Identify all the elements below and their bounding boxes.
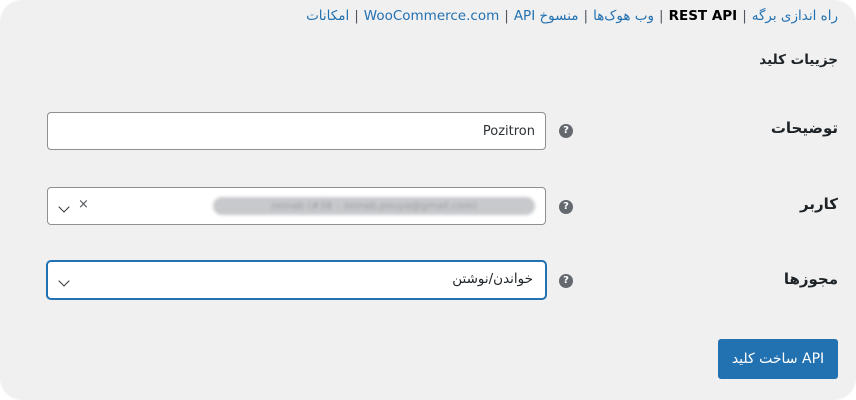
api-subnav: راه اندازی برگه | REST API | وب هوک‌ها |…: [306, 4, 838, 28]
subnav-item-features[interactable]: امکانات: [306, 8, 349, 24]
subnav-item-woocommerce-com[interactable]: WooCommerce.com: [364, 8, 499, 24]
subnav-separator: |: [742, 8, 747, 24]
subnav-item-page-setup[interactable]: راه اندازی برگه: [752, 8, 838, 24]
chevron-down-icon[interactable]: [58, 201, 70, 213]
generate-api-key-button[interactable]: ساخت کلید API: [718, 339, 838, 379]
user-select[interactable]: zeinab (#38 – zeinab.pouya@gmail.com) ×: [47, 187, 546, 225]
chevron-down-icon[interactable]: [58, 275, 70, 287]
description-field[interactable]: [47, 112, 546, 150]
clear-selection-icon[interactable]: ×: [78, 197, 89, 212]
settings-panel: راه اندازی برگه | REST API | وب هوک‌ها |…: [0, 0, 856, 400]
subnav-separator: |: [354, 8, 359, 24]
user-label: کاربر: [800, 195, 838, 213]
subnav-separator: |: [659, 8, 664, 24]
subnav-separator: |: [504, 8, 509, 24]
help-icon[interactable]: ?: [559, 124, 573, 138]
subnav-item-legacy-api[interactable]: API منسوخ: [514, 8, 579, 24]
subnav-item-rest-api[interactable]: REST API: [669, 8, 738, 24]
description-label: توضیحات: [770, 119, 838, 137]
selected-user-chip: zeinab (#38 – zeinab.pouya@gmail.com): [213, 197, 535, 215]
permissions-label: مجوزها: [783, 270, 838, 288]
help-icon[interactable]: ?: [559, 200, 573, 214]
permissions-select[interactable]: خواندن/نوشتن: [47, 261, 546, 299]
subnav-item-webhooks[interactable]: وب هوک‌ها: [593, 8, 654, 24]
subnav-separator: |: [583, 8, 589, 24]
description-input[interactable]: [48, 113, 545, 149]
section-title: جزییات کلید: [759, 52, 838, 68]
help-icon[interactable]: ?: [559, 274, 573, 288]
permissions-selected-value: خواندن/نوشتن: [452, 271, 533, 287]
